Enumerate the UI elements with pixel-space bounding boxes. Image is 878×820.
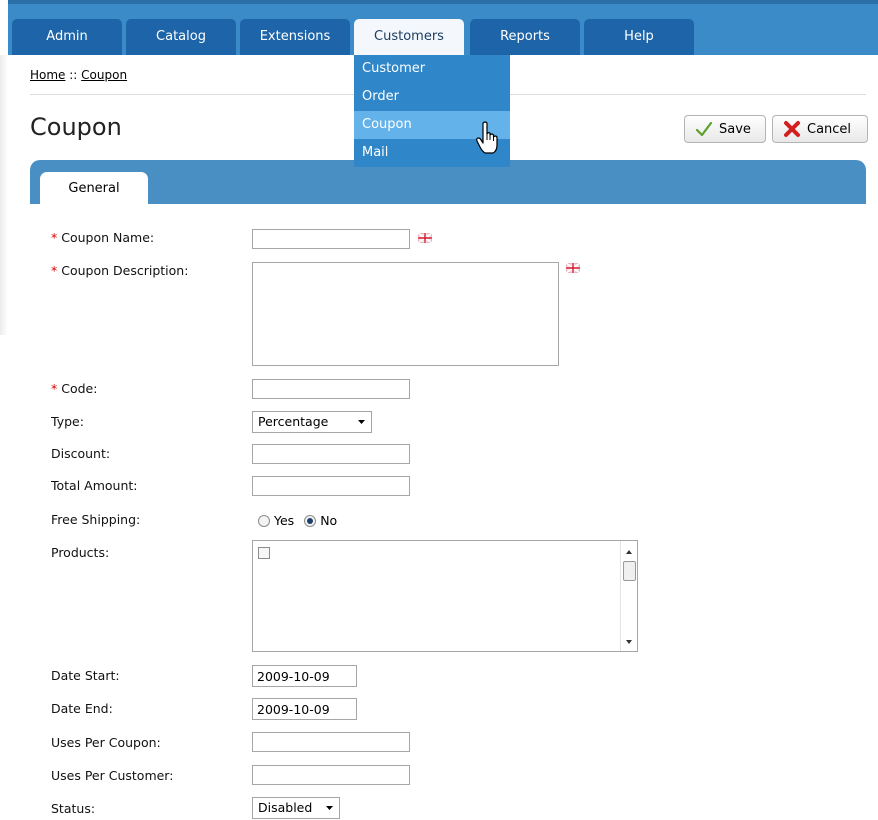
hand-pointer-icon — [476, 121, 498, 154]
free-shipping-yes-radio[interactable] — [258, 514, 270, 527]
uk-flag-icon — [566, 263, 580, 273]
nav-tab-extensions[interactable]: Extensions — [240, 19, 350, 55]
dropdown-item-customer[interactable]: Customer — [354, 55, 510, 83]
dropdown-item-order[interactable]: Order — [354, 83, 510, 111]
scroll-thumb[interactable] — [623, 561, 636, 581]
uses-per-coupon-input[interactable] — [252, 732, 410, 752]
red-x-icon — [784, 121, 800, 137]
breadcrumb-separator: :: — [65, 68, 82, 82]
required-mark: * — [51, 230, 58, 245]
type-select[interactable]: Percentage — [252, 411, 372, 433]
uk-flag-icon — [418, 233, 432, 243]
free-shipping-no-radio[interactable] — [304, 514, 317, 527]
scroll-up-icon[interactable] — [621, 545, 637, 559]
date-start-label: Date Start: — [51, 668, 120, 683]
total-amount-label: Total Amount: — [51, 478, 138, 493]
status-select[interactable]: Disabled — [252, 797, 340, 819]
discount-label: Discount: — [51, 446, 111, 461]
uses-per-coupon-label: Uses Per Coupon: — [51, 735, 161, 750]
products-scrollbar[interactable] — [620, 541, 637, 651]
nav-tab-catalog[interactable]: Catalog — [126, 19, 236, 55]
free-shipping-radio-group: Yes No — [258, 513, 337, 528]
nav-tab-reports[interactable]: Reports — [470, 19, 580, 55]
scroll-down-icon[interactable] — [621, 635, 637, 649]
coupon-name-label-text: Coupon Name: — [61, 230, 155, 245]
discount-input[interactable] — [252, 444, 410, 464]
coupon-description-label-text: Coupon Description: — [61, 263, 189, 278]
tab-general[interactable]: General — [40, 172, 148, 205]
free-shipping-label: Free Shipping: — [51, 512, 141, 527]
page-title: Coupon — [30, 113, 122, 141]
breadcrumb: Home :: Coupon — [30, 68, 127, 82]
code-input[interactable] — [252, 379, 410, 399]
save-button[interactable]: Save — [684, 115, 766, 143]
free-shipping-no-label: No — [320, 513, 338, 528]
status-label: Status: — [51, 801, 96, 816]
nav-tab-customers[interactable]: Customers — [354, 19, 464, 59]
products-label: Products: — [51, 545, 110, 560]
products-list[interactable] — [252, 540, 638, 652]
save-button-label: Save — [719, 121, 751, 137]
breadcrumb-home-link[interactable]: Home — [30, 68, 65, 82]
uses-per-customer-label: Uses Per Customer: — [51, 768, 174, 783]
cancel-button-label: Cancel — [807, 121, 852, 137]
checkmark-icon — [695, 121, 713, 137]
free-shipping-yes-label: Yes — [274, 513, 295, 528]
coupon-description-textarea[interactable] — [252, 262, 559, 366]
chevron-down-icon — [358, 420, 365, 424]
chevron-down-icon — [326, 806, 333, 810]
required-mark: * — [51, 381, 58, 396]
uses-per-customer-input[interactable] — [252, 765, 410, 785]
cancel-button[interactable]: Cancel — [772, 115, 868, 143]
date-end-label: Date End: — [51, 701, 113, 716]
code-label-text: Code: — [61, 381, 98, 396]
type-label: Type: — [51, 414, 84, 429]
product-checkbox[interactable] — [258, 547, 270, 559]
code-label: * Code: — [51, 381, 97, 396]
date-end-input[interactable] — [252, 698, 357, 720]
coupon-description-label: * Coupon Description: — [51, 263, 188, 278]
left-shade — [0, 55, 8, 335]
status-select-value: Disabled — [258, 800, 313, 815]
nav-tab-admin[interactable]: Admin — [12, 19, 122, 55]
nav-tab-help[interactable]: Help — [584, 19, 694, 55]
type-select-value: Percentage — [258, 414, 329, 429]
date-start-input[interactable] — [252, 665, 357, 687]
coupon-name-label: * Coupon Name: — [51, 230, 154, 245]
coupon-name-input[interactable] — [252, 229, 410, 249]
total-amount-input[interactable] — [252, 476, 410, 496]
breadcrumb-coupon-link[interactable]: Coupon — [81, 68, 127, 82]
required-mark: * — [51, 263, 58, 278]
